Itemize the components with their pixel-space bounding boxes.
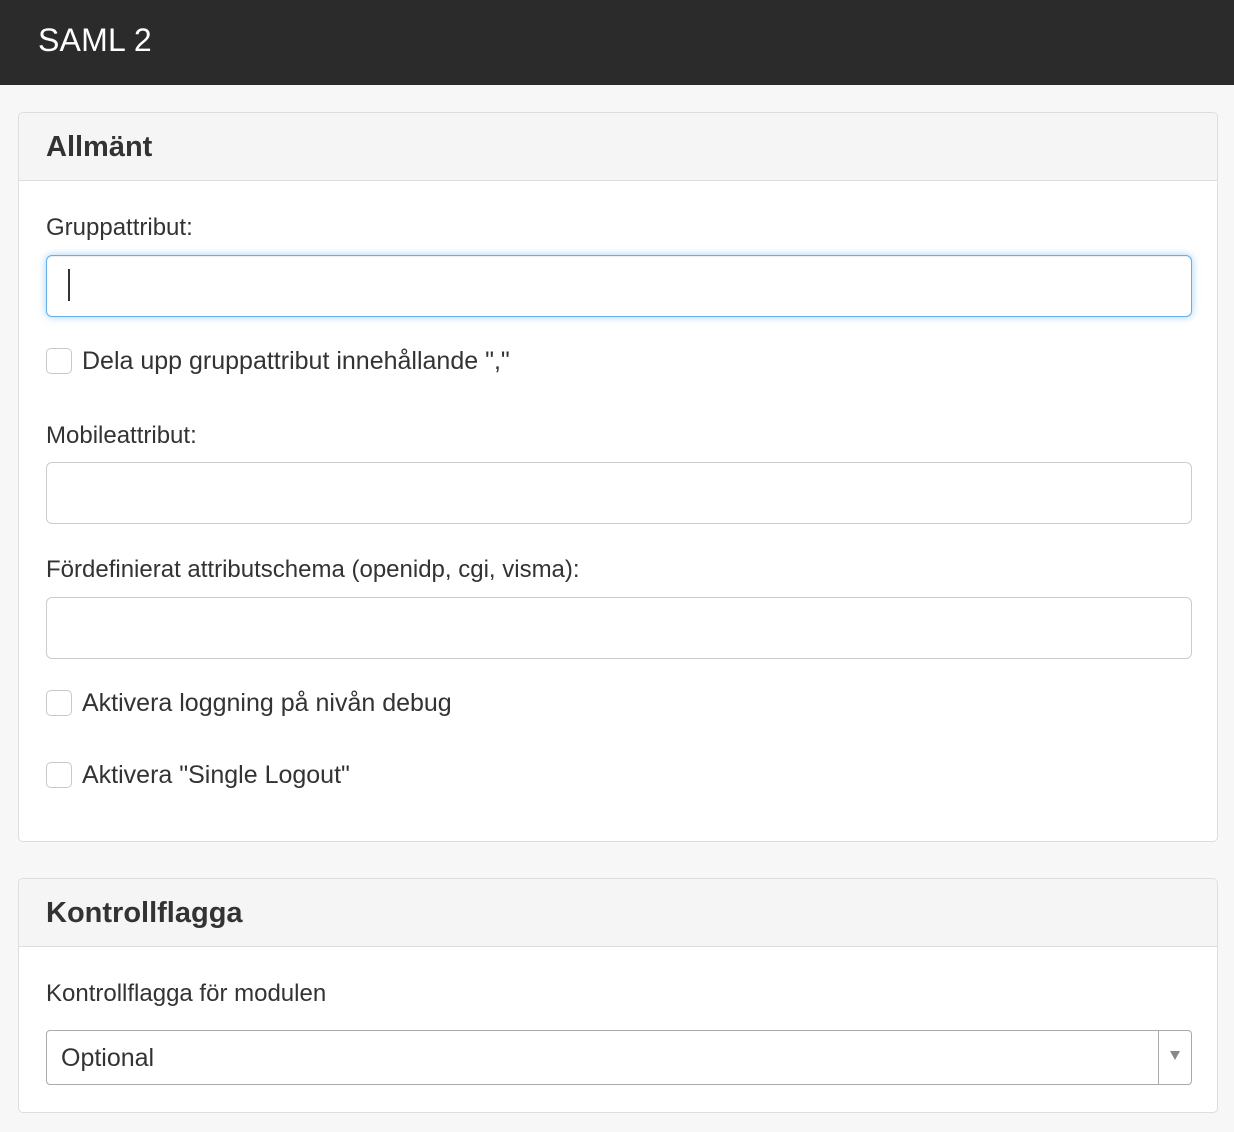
split-group-attribute-checkbox[interactable] [46, 348, 72, 374]
general-panel-title: Allmänt [46, 131, 153, 163]
single-logout-checkbox[interactable] [46, 762, 72, 788]
control-flag-selected-value: Optional [61, 1044, 155, 1072]
text-caret [68, 269, 70, 301]
control-flag-panel-header: Kontrollflagga [19, 879, 1217, 947]
predefined-schema-input[interactable] [46, 597, 1192, 659]
debug-logging-checkbox[interactable] [46, 690, 72, 716]
mobile-attribute-input[interactable] [46, 462, 1192, 524]
mobile-attribute-label: Mobileattribut: [46, 422, 197, 449]
control-flag-label: Kontrollflagga för modulen [46, 980, 327, 1007]
group-attribute-label: Gruppattribut: [46, 214, 193, 241]
single-logout-label[interactable]: Aktivera "Single Logout" [82, 760, 350, 790]
chevron-down-icon [1170, 1051, 1180, 1060]
control-flag-panel: Kontrollflagga Kontrollflagga för module… [18, 878, 1218, 1113]
control-flag-select[interactable]: Optional [46, 1030, 1192, 1085]
split-group-attribute-label[interactable]: Dela upp gruppattribut innehållande "," [82, 346, 510, 376]
group-attribute-input[interactable] [46, 255, 1192, 317]
general-panel-header: Allmänt [19, 113, 1217, 181]
top-bar: SAML 2 [0, 0, 1234, 85]
general-panel: Allmänt Gruppattribut: Dela upp gruppatt… [18, 112, 1218, 842]
page-title: SAML 2 [38, 22, 152, 58]
select-toggle[interactable] [1158, 1031, 1191, 1084]
debug-logging-label[interactable]: Aktivera loggning på nivån debug [82, 688, 452, 718]
predefined-schema-label: Fördefinierat attributschema (openidp, c… [46, 556, 580, 583]
control-flag-panel-title: Kontrollflagga [46, 897, 243, 929]
